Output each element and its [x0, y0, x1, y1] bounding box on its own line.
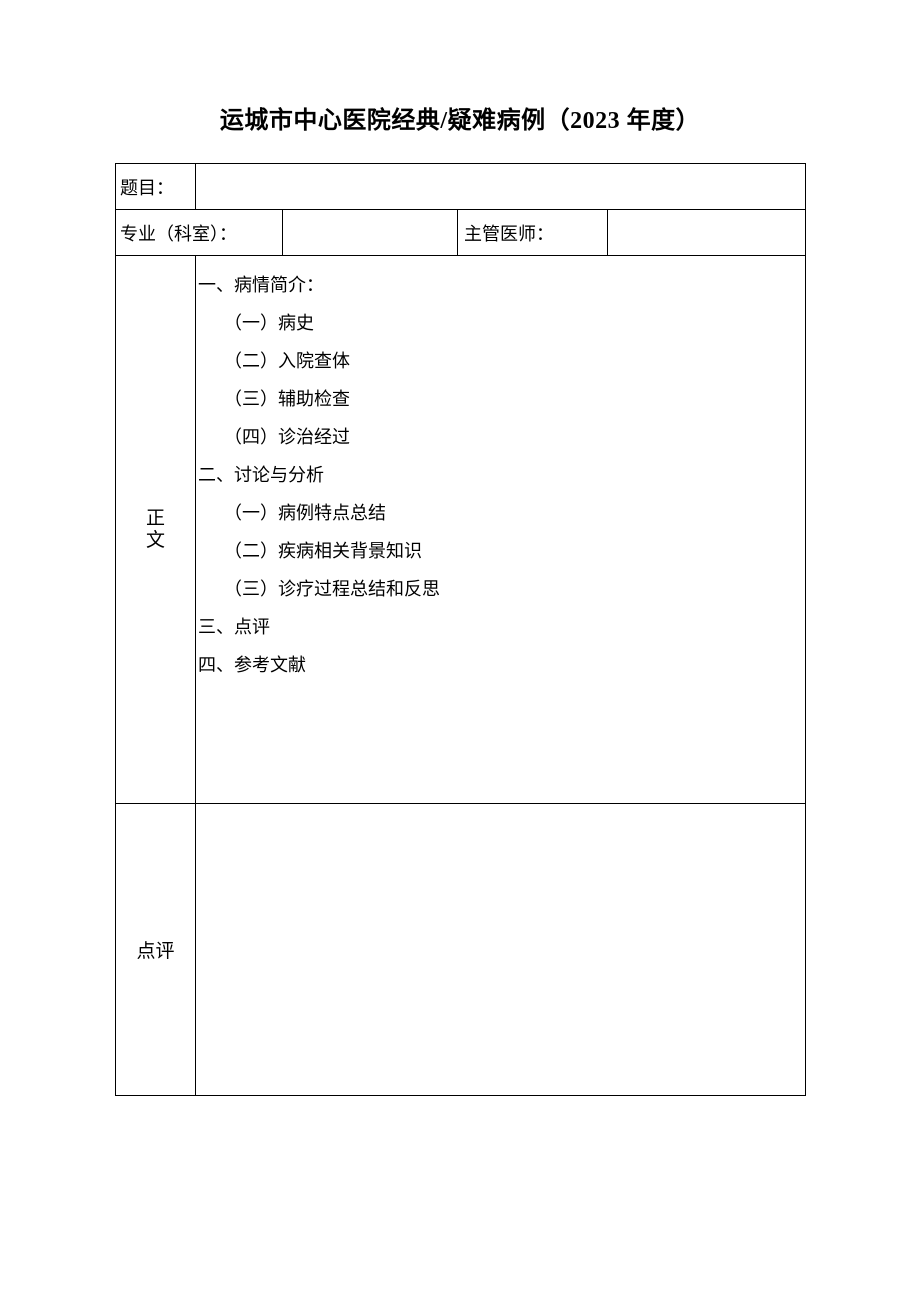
label-physician: 主管医师：: [458, 210, 608, 256]
label-review: 点评: [116, 804, 196, 1096]
row-body: 正文 一、病情简介： （一）病史 （二）入院查体 （三）辅助检查 （四）诊治经过…: [116, 256, 806, 804]
row-review: 点评: [116, 804, 806, 1096]
field-review[interactable]: [196, 804, 806, 1096]
row-meta: 专业（科室）： 主管医师：: [116, 210, 806, 256]
page: 运城市中心医院经典/疑难病例（2023 年度） 题目： 专业（科室）： 主管医师…: [0, 0, 920, 1096]
field-body[interactable]: 一、病情简介： （一）病史 （二）入院查体 （三）辅助检查 （四）诊治经过 二、…: [196, 256, 806, 804]
label-topic: 题目：: [116, 164, 196, 210]
row-topic: 题目：: [116, 164, 806, 210]
outline-2-1: （一）病例特点总结: [198, 494, 797, 532]
outline-2-3: （三）诊疗过程总结和反思: [198, 570, 797, 608]
outline-2: 二、讨论与分析: [198, 456, 797, 494]
case-form-table: 题目： 专业（科室）： 主管医师： 正文 一、病情简介： （一）病史 （二）入院…: [115, 163, 806, 1096]
outline-4: 四、参考文献: [198, 646, 797, 684]
field-physician[interactable]: [608, 210, 806, 256]
outline-1-4: （四）诊治经过: [198, 418, 797, 456]
outline-2-2: （二）疾病相关背景知识: [198, 532, 797, 570]
outline-1-2: （二）入院查体: [198, 342, 797, 380]
label-department: 专业（科室）：: [116, 210, 283, 256]
field-department[interactable]: [283, 210, 458, 256]
label-body-text: 正文: [144, 508, 167, 552]
label-body: 正文: [116, 256, 196, 804]
outline-1: 一、病情简介：: [198, 266, 797, 304]
outline-1-3: （三）辅助检查: [198, 380, 797, 418]
document-title: 运城市中心医院经典/疑难病例（2023 年度）: [115, 100, 805, 135]
outline-1-1: （一）病史: [198, 304, 797, 342]
outline-3: 三、点评: [198, 608, 797, 646]
field-topic[interactable]: [196, 164, 806, 210]
